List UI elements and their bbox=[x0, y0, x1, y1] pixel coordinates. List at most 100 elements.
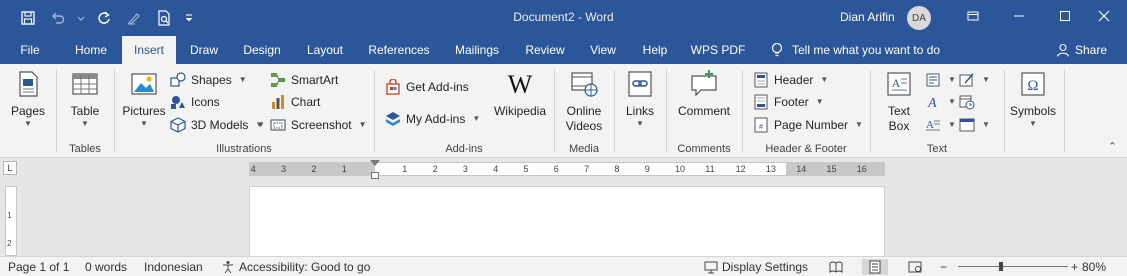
undo-icon[interactable] bbox=[46, 7, 70, 29]
language-status[interactable]: Indonesian bbox=[144, 259, 203, 275]
signature-line-button[interactable]: ▼ bbox=[959, 70, 990, 90]
page-number-button[interactable]: # Page Number ▼ bbox=[753, 115, 863, 135]
tab-file[interactable]: File bbox=[10, 36, 50, 64]
page-count[interactable]: Page 1 of 1 bbox=[8, 259, 69, 275]
my-addins-button[interactable]: My Add-ins ▼ bbox=[385, 109, 480, 129]
text-box-label-1: Text bbox=[887, 104, 910, 118]
picture-icon bbox=[128, 68, 160, 100]
tab-view[interactable]: View bbox=[582, 36, 624, 64]
wordart-icon: A bbox=[927, 96, 937, 110]
ruler-number: 2 bbox=[432, 164, 438, 174]
horizontal-ruler[interactable]: 4 3 2 1 1 2 3 4 5 6 7 8 9 10 11 12 13 14 15 16 bbox=[249, 160, 885, 179]
ribbon-display-options-icon[interactable] bbox=[950, 0, 996, 32]
save-icon[interactable] bbox=[16, 7, 40, 29]
online-videos-button[interactable]: Online Videos bbox=[563, 68, 605, 134]
group-label-media: Media bbox=[569, 143, 599, 155]
get-addins-button[interactable]: Get Add-ins bbox=[385, 77, 469, 97]
zoom-slider-thumb[interactable] bbox=[998, 262, 1003, 271]
screenshot-button[interactable]: ▼ Screenshot ▼ bbox=[255, 115, 367, 135]
customize-toolbar-icon[interactable] bbox=[182, 7, 196, 29]
object-button[interactable]: ▼ bbox=[959, 115, 990, 135]
zoom-in-button[interactable]: + bbox=[1071, 259, 1078, 275]
object-icon bbox=[959, 118, 975, 132]
quick-parts-button[interactable]: ▼ bbox=[925, 70, 956, 90]
date-time-button[interactable] bbox=[959, 92, 975, 112]
tab-insert[interactable]: Insert bbox=[122, 36, 176, 64]
pictures-label: Pictures bbox=[122, 104, 166, 118]
pages-button[interactable]: Pages ▼ bbox=[8, 68, 48, 129]
minimize-icon[interactable] bbox=[996, 0, 1042, 32]
word-count[interactable]: 0 words bbox=[85, 259, 127, 275]
footer-button[interactable]: Footer ▼ bbox=[753, 92, 824, 112]
print-preview-icon[interactable] bbox=[152, 7, 176, 29]
display-settings-button[interactable]: Display Settings bbox=[704, 259, 808, 275]
icons-button[interactable]: Icons bbox=[170, 92, 220, 112]
ruler-number: 2 bbox=[311, 164, 317, 174]
links-button[interactable]: Links ▼ bbox=[620, 68, 660, 129]
avatar[interactable]: DA bbox=[907, 6, 931, 30]
chevron-down-icon: ▼ bbox=[948, 97, 956, 106]
symbols-button[interactable]: Ω Symbols ▼ bbox=[1008, 68, 1058, 129]
tab-selector[interactable]: L bbox=[3, 161, 17, 175]
collapse-ribbon-icon[interactable]: ⌃ bbox=[1108, 140, 1117, 153]
tab-references[interactable]: References bbox=[362, 36, 436, 64]
ruler-number: 4 bbox=[250, 164, 256, 174]
chevron-down-icon: ▼ bbox=[81, 119, 89, 128]
table-icon bbox=[69, 68, 101, 100]
text-box-button[interactable]: A Text Box bbox=[879, 68, 919, 134]
wordart-button[interactable]: A ▼ bbox=[925, 92, 956, 112]
zoom-level[interactable]: 80% bbox=[1082, 259, 1106, 275]
share-button[interactable]: Share bbox=[1056, 36, 1107, 64]
tab-mailings[interactable]: Mailings bbox=[446, 36, 508, 64]
pictures-button[interactable]: Pictures ▼ bbox=[121, 68, 167, 129]
comment-button[interactable]: Comment bbox=[675, 68, 733, 119]
indent-marker[interactable] bbox=[370, 160, 380, 166]
document-page[interactable] bbox=[249, 186, 885, 256]
vertical-ruler[interactable]: 1 2 bbox=[5, 186, 17, 256]
chart-icon bbox=[272, 95, 284, 109]
tab-help[interactable]: Help bbox=[634, 36, 676, 64]
redo-icon[interactable] bbox=[92, 7, 116, 29]
zoom-out-button[interactable]: − bbox=[940, 259, 947, 275]
print-layout-icon[interactable] bbox=[862, 259, 888, 275]
tab-layout[interactable]: Layout bbox=[298, 36, 352, 64]
tab-draw[interactable]: Draw bbox=[182, 36, 226, 64]
read-mode-icon[interactable] bbox=[829, 259, 843, 275]
wikipedia-label: Wikipedia bbox=[493, 104, 547, 118]
ruler-number: 5 bbox=[523, 164, 529, 174]
page-number-label: Page Number bbox=[774, 118, 849, 132]
ruler-number: 14 bbox=[796, 164, 807, 174]
zoom-slider[interactable] bbox=[958, 262, 1068, 271]
wikipedia-button[interactable]: W Wikipedia bbox=[491, 68, 549, 119]
3d-models-button[interactable]: 3D Models ▼ bbox=[170, 115, 263, 135]
smartart-button[interactable]: SmartArt bbox=[270, 70, 338, 90]
my-addins-label: My Add-ins bbox=[406, 112, 466, 126]
indent-marker-lower[interactable] bbox=[371, 172, 379, 179]
group-comments: Comment Comments bbox=[667, 64, 741, 158]
ruler-number: 12 bbox=[735, 164, 746, 174]
web-layout-icon[interactable] bbox=[908, 259, 922, 275]
comment-icon bbox=[688, 68, 720, 100]
header-button[interactable]: Header ▼ bbox=[753, 70, 828, 90]
group-addins: Get Add-ins My Add-ins ▼ W Wikipedia Add… bbox=[375, 64, 553, 158]
wikipedia-icon: W bbox=[504, 68, 536, 100]
tab-design[interactable]: Design bbox=[236, 36, 288, 64]
footer-icon bbox=[754, 94, 768, 110]
shapes-button[interactable]: Shapes ▼ bbox=[170, 70, 247, 90]
tab-review[interactable]: Review bbox=[518, 36, 572, 64]
chevron-down-icon: ▼ bbox=[238, 75, 247, 84]
tab-wps-pdf[interactable]: WPS PDF bbox=[686, 36, 750, 64]
chart-button[interactable]: Chart bbox=[270, 92, 320, 112]
undo-dropdown-icon[interactable] bbox=[76, 7, 86, 29]
table-button[interactable]: Table ▼ bbox=[67, 68, 103, 129]
user-name[interactable]: Dian Arifin bbox=[840, 10, 895, 24]
ruler-area: L 4 3 2 1 1 2 3 4 5 6 7 8 9 10 11 12 13 14 15 16 bbox=[0, 158, 1127, 180]
tell-me-search[interactable]: Tell me what you want to do bbox=[770, 36, 940, 64]
footer-label: Footer bbox=[774, 95, 809, 109]
drop-cap-button[interactable]: A ▼ bbox=[925, 115, 956, 135]
close-icon[interactable] bbox=[1081, 0, 1127, 32]
accessibility-status[interactable]: Accessibility: Good to go bbox=[221, 259, 370, 275]
ribbon-tabs: File Home Insert Draw Design Layout Refe… bbox=[0, 36, 1127, 64]
tab-home[interactable]: Home bbox=[66, 36, 116, 64]
draw-pen-icon[interactable] bbox=[122, 7, 146, 29]
